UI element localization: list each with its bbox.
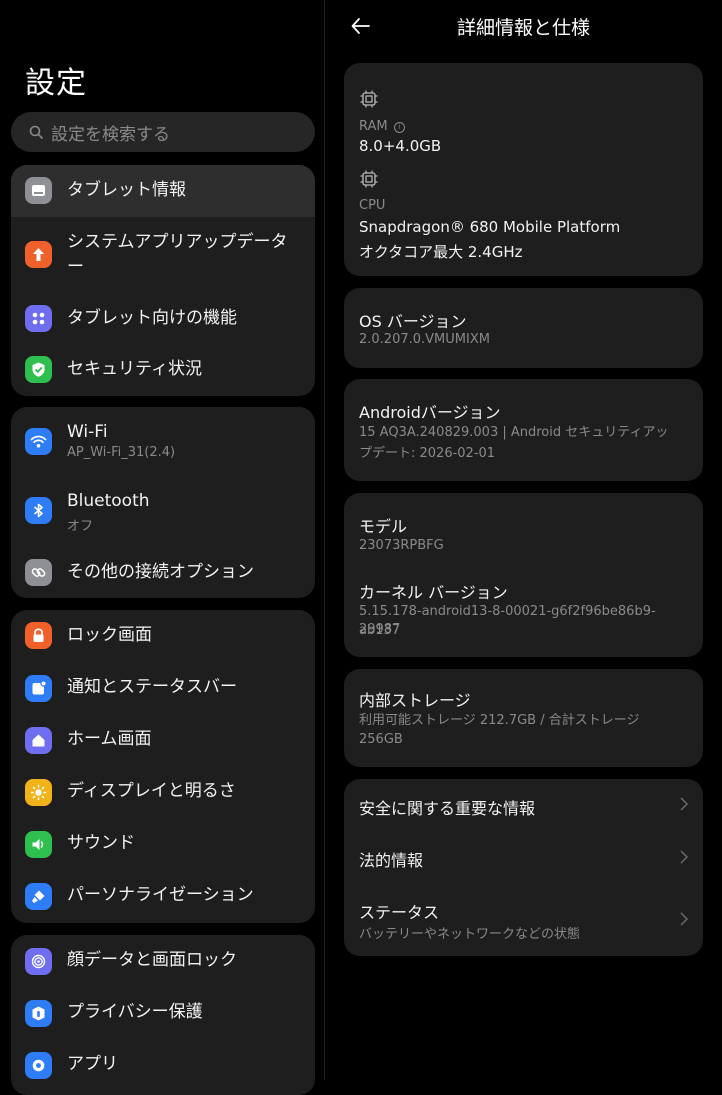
safety-info-label: 安全に関する重要な情報	[359, 799, 536, 818]
fingerprint-icon	[25, 948, 52, 975]
kernel-title: カーネル バージョン	[359, 583, 508, 602]
sidebar-item-label: ロック画面	[67, 625, 152, 645]
sidebar-item-apps[interactable]: アプリ	[11, 1039, 315, 1091]
model-kernel-card: モデル 23073RPBFG カーネル バージョン 5.15.178-andro…	[344, 493, 703, 657]
sidebar-item-label: 通知とステータスバー	[67, 677, 237, 697]
sidebar-item-wifi[interactable]: Wi-Fi AP_Wi-Fi_31(2.4)	[11, 407, 315, 477]
ram-value: 8.0+4.0GB	[359, 137, 442, 155]
sidebar-item-label: サウンド	[67, 833, 135, 853]
sidebar-item-sound[interactable]: サウンド	[11, 818, 315, 870]
storage-title: 内部ストレージ	[359, 691, 471, 710]
info-icon[interactable]: i	[393, 122, 405, 133]
storage-line2: 256GB	[359, 732, 403, 747]
storage-line1: 利用可能ストレージ 212.7GB / 合計ストレージ	[359, 713, 640, 728]
sidebar-item-label: Bluetooth	[67, 491, 150, 511]
sidebar-item-label: タブレット向けの機能	[67, 308, 237, 328]
shield-check-icon	[25, 356, 52, 383]
model-title: モデル	[359, 517, 408, 536]
android-version-line1: 15 AQ3A.240829.003 | Android セキュリティアッ	[359, 425, 669, 440]
upload-arrow-icon	[25, 241, 52, 268]
wifi-icon	[25, 428, 52, 455]
grid-dots-icon	[25, 305, 52, 332]
sidebar-item-label: その他の接続オプション	[67, 562, 254, 582]
chip-icon	[360, 90, 378, 108]
settings-group-privacy: 顔データと画面ロック プライバシー保護 アプリ	[11, 935, 315, 1095]
settings-group-personalization: ロック画面 通知とステータスバー ホーム画面 ディスプレイと明るさ サウンド パ…	[11, 610, 315, 923]
sidebar-item-system-app-updater[interactable]: システムアプリアップデーター	[11, 217, 315, 293]
sidebar-item-security-status[interactable]: セキュリティ状況	[11, 345, 315, 396]
gear-icon	[25, 1052, 52, 1079]
ram-label-row: RAM i	[359, 117, 685, 136]
sidebar-item-label: ホーム画面	[67, 729, 152, 749]
hardware-card: RAM i 8.0+4.0GB CPU Snapdragon® 680 Mobi…	[344, 63, 703, 276]
legal-info-row[interactable]: 法的情報	[344, 831, 703, 883]
safety-info-row[interactable]: 安全に関する重要な情報	[344, 779, 703, 831]
sidebar-item-more-connections[interactable]: その他の接続オプション	[11, 547, 315, 598]
notification-icon	[25, 675, 52, 702]
page-title: 設定	[25, 66, 87, 101]
settings-group-connectivity: Wi-Fi AP_Wi-Fi_31(2.4) Bluetooth オフ その他の…	[11, 407, 315, 598]
cpu-label: CPU	[359, 198, 386, 213]
privacy-icon	[25, 1000, 52, 1027]
sidebar-item-personalization[interactable]: パーソナライゼーション	[11, 870, 315, 923]
speaker-icon	[25, 831, 52, 858]
brush-icon	[25, 883, 52, 910]
os-version-value: 2.0.207.0.VMUMIXM	[359, 332, 490, 347]
settings-sidebar: 設定 設定を検索する タブレット情報 システムアプリアップデーター タブレット向…	[0, 0, 324, 1095]
cpu-spec: オクタコア最大 2.4GHz	[359, 243, 523, 261]
sidebar-item-label: セキュリティ状況	[67, 359, 202, 379]
sidebar-item-notifications[interactable]: 通知とステータスバー	[11, 662, 315, 714]
kernel-line2: 29987	[359, 622, 401, 637]
sidebar-item-label: タブレット情報	[67, 180, 186, 200]
bluetooth-icon	[25, 497, 52, 524]
android-version-title: Androidバージョン	[359, 403, 501, 422]
cpu-model: Snapdragon® 680 Mobile Platform	[359, 218, 621, 236]
sidebar-item-label: アプリ	[67, 1054, 118, 1074]
settings-group-device: タブレット情報 システムアプリアップデーター タブレット向けの機能 セキュリティ…	[11, 165, 315, 396]
info-links-card: 安全に関する重要な情報 法的情報 ステータス バッテリーやネットワークなどの状態	[344, 779, 703, 956]
chevron-right-icon	[680, 797, 689, 811]
lock-icon	[25, 622, 52, 649]
wifi-network-name: AP_Wi-Fi_31(2.4)	[67, 445, 176, 460]
sidebar-item-bluetooth[interactable]: Bluetooth オフ	[11, 477, 315, 547]
status-subtitle: バッテリーやネットワークなどの状態	[359, 927, 581, 942]
chevron-right-icon	[680, 850, 689, 864]
sidebar-item-label: Wi-Fi	[67, 422, 108, 442]
sidebar-item-label: システムアプリアップデーター	[67, 232, 288, 277]
status-row[interactable]: ステータス バッテリーやネットワークなどの状態	[344, 883, 703, 956]
model-value: 23073RPBFG	[359, 538, 444, 553]
link-icon	[25, 559, 52, 586]
sidebar-item-home-screen[interactable]: ホーム画面	[11, 714, 315, 766]
chip-icon	[360, 170, 378, 188]
tablet-icon	[25, 177, 52, 204]
home-icon	[25, 727, 52, 754]
android-version-line2: プデート: 2026-02-01	[359, 446, 496, 461]
sidebar-item-tablet-features[interactable]: タブレット向けの機能	[11, 293, 315, 345]
sidebar-item-face-screen-lock[interactable]: 顔データと画面ロック	[11, 935, 315, 987]
sidebar-item-display-brightness[interactable]: ディスプレイと明るさ	[11, 766, 315, 818]
search-input[interactable]: 設定を検索する	[11, 112, 315, 152]
os-version-title: OS バージョン	[359, 312, 467, 331]
detail-pane: 詳細情報と仕様 RAM i 8.0+4.0GB CPU Snapdragon® …	[325, 0, 722, 1080]
sidebar-item-privacy[interactable]: プライバシー保護	[11, 987, 315, 1039]
sidebar-item-label: プライバシー保護	[67, 1002, 203, 1022]
sidebar-item-label: パーソナライゼーション	[67, 885, 254, 905]
android-version-card[interactable]: Androidバージョン 15 AQ3A.240829.003 | Androi…	[344, 379, 703, 481]
sidebar-item-tablet-info[interactable]: タブレット情報	[11, 165, 315, 217]
sidebar-item-label: 顔データと画面ロック	[67, 950, 237, 970]
search-icon	[29, 125, 43, 139]
bluetooth-status: オフ	[67, 519, 94, 534]
search-placeholder: 設定を検索する	[51, 124, 170, 145]
sidebar-item-label: ディスプレイと明るさ	[67, 781, 236, 801]
legal-info-label: 法的情報	[359, 851, 424, 870]
status-label: ステータス	[359, 903, 440, 922]
page-title: 詳細情報と仕様	[456, 17, 590, 39]
ram-label: RAM	[359, 119, 388, 134]
chevron-right-icon	[680, 912, 689, 926]
sidebar-item-lock-screen[interactable]: ロック画面	[11, 610, 315, 662]
os-version-card[interactable]: OS バージョン 2.0.207.0.VMUMIXM	[344, 288, 703, 368]
sun-icon	[25, 779, 52, 806]
storage-card[interactable]: 内部ストレージ 利用可能ストレージ 212.7GB / 合計ストレージ 256G…	[344, 669, 703, 767]
